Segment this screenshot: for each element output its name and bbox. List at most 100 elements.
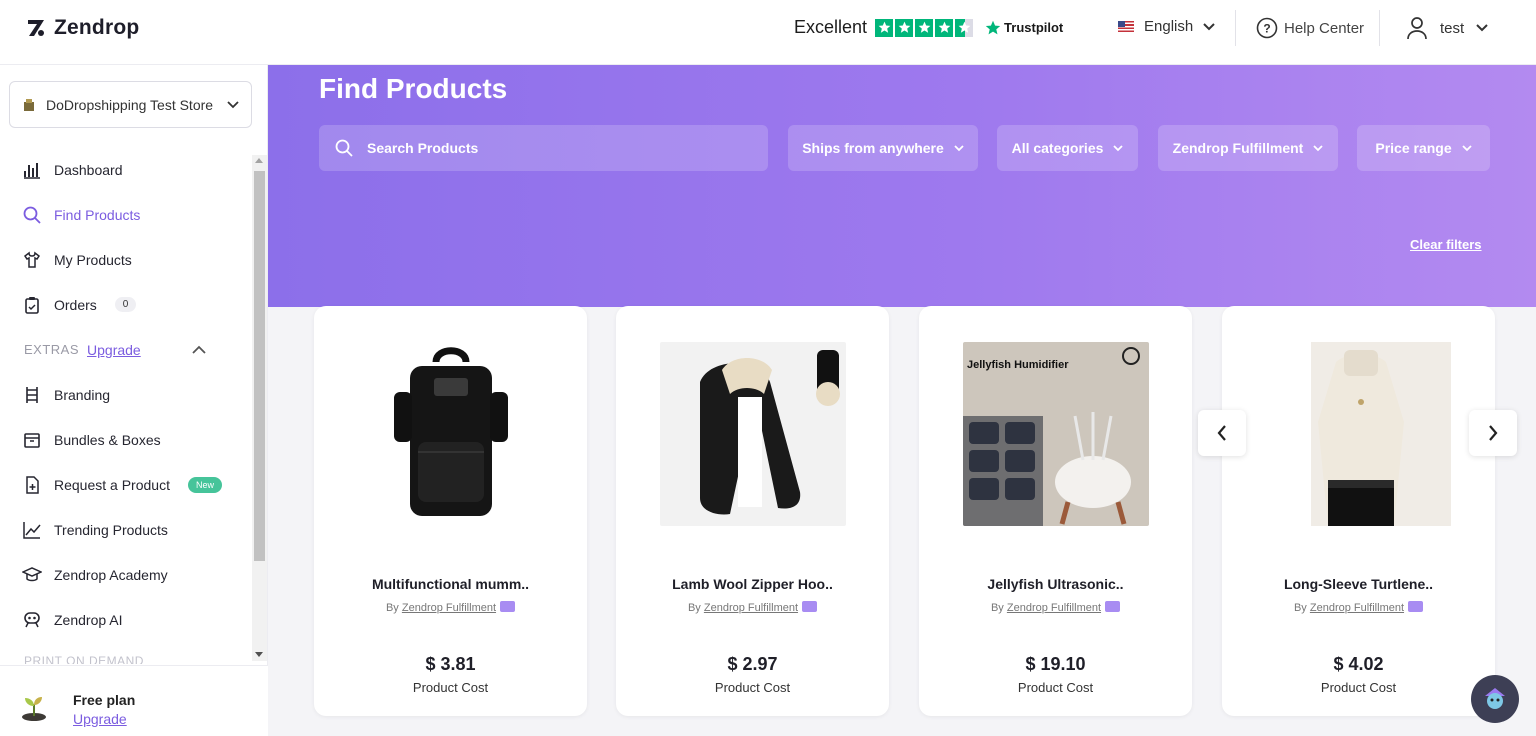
sidebar-item-zendrop-academy[interactable]: Zendrop Academy <box>0 552 252 597</box>
product-supplier: By Zendrop Fulfillment <box>616 601 889 614</box>
sidebar-item-label: Zendrop AI <box>54 611 123 628</box>
sidebar-item-label: Find Products <box>54 206 141 223</box>
product-card[interactable]: Multifunctional mumm.. By Zendrop Fulfil… <box>314 306 587 716</box>
sidebar-item-label: Trending Products <box>54 521 168 538</box>
academy-icon <box>22 565 42 585</box>
orders-count-badge: 0 <box>114 297 137 312</box>
sidebar-item-my-products[interactable]: My Products <box>0 237 252 282</box>
carousel-prev-button[interactable] <box>1198 410 1246 456</box>
product-image[interactable]: Jellyfish Humidifier <box>963 342 1149 526</box>
sidebar-item-label: Dashboard <box>54 161 123 178</box>
product-supplier: By Zendrop Fulfillment <box>314 601 587 614</box>
chart-icon <box>22 160 42 180</box>
page-title: Find Products <box>319 73 508 104</box>
supplier-link[interactable]: Zendrop Fulfillment <box>402 602 496 614</box>
trustpilot-rating[interactable]: Excellent Trustpilot <box>794 17 1063 38</box>
product-price: $ 2.97 <box>727 654 778 674</box>
sidebar-item-orders[interactable]: Orders 0 <box>0 282 252 327</box>
sidebar-item-branding[interactable]: Branding <box>0 372 252 417</box>
sidebar-item-request-product[interactable]: Request a Product New <box>0 462 252 507</box>
product-cost-label: Product Cost <box>714 680 791 695</box>
language-selector[interactable]: English <box>1118 18 1215 35</box>
filter-label: Price range <box>1375 140 1452 156</box>
product-image[interactable] <box>1266 342 1452 526</box>
print-on-demand-header[interactable]: PRINT ON DEMAND <box>24 654 144 664</box>
product-image[interactable] <box>660 342 846 526</box>
carousel-next-button[interactable] <box>1469 410 1517 456</box>
plan-panel: Free plan Upgrade <box>0 665 268 736</box>
product-price: $ 3.81 <box>425 654 476 674</box>
sidebar-item-label: Orders <box>54 296 97 313</box>
ships-from-filter[interactable]: Ships from anywhere <box>788 125 978 171</box>
chevron-down-icon <box>1461 144 1472 151</box>
search-icon <box>335 139 353 157</box>
extras-label: EXTRAS <box>24 342 80 357</box>
clipboard-icon <box>22 295 42 315</box>
product-card[interactable]: Jellyfish Humidifier Jellyfish Ultrasoni… <box>919 306 1192 716</box>
help-center-label: Help Center <box>1284 19 1365 37</box>
plan-name: Free plan <box>73 692 136 708</box>
product-card[interactable]: Lamb Wool Zipper Hoo.. By Zendrop Fulfil… <box>616 306 889 716</box>
by-label: By <box>990 602 1004 614</box>
chevron-down-icon <box>1313 144 1323 151</box>
sidebar-item-zendrop-ai[interactable]: Zendrop AI <box>0 597 252 642</box>
sidebar-item-trending-products[interactable]: Trending Products <box>0 507 252 552</box>
sidebar-item-label: Bundles & Boxes <box>54 431 161 448</box>
store-icon <box>24 98 34 111</box>
user-icon <box>1407 17 1427 40</box>
star-icon <box>875 18 894 37</box>
sidebar-item-bundles-boxes[interactable]: Bundles & Boxes <box>0 417 252 462</box>
chevron-down-icon <box>1113 144 1124 151</box>
store-selector[interactable]: DoDropshipping Test Store <box>9 81 252 128</box>
star-icon <box>915 18 934 37</box>
zendrop-logo[interactable]: Zendrop <box>26 16 139 40</box>
zendrop-badge-icon <box>802 601 818 612</box>
extras-upgrade-link[interactable]: Upgrade <box>87 342 141 358</box>
product-name[interactable]: Multifunctional mumm.. <box>314 576 587 592</box>
fulfillment-filter[interactable]: Zendrop Fulfillment <box>1158 125 1338 171</box>
scroll-down-arrow-icon[interactable] <box>255 652 263 657</box>
box-icon <box>22 430 42 450</box>
sidebar-item-label: My Products <box>54 251 132 268</box>
supplier-link[interactable]: Zendrop Fulfillment <box>1310 602 1404 614</box>
chevron-down-icon <box>227 100 239 108</box>
by-label: By <box>385 602 399 614</box>
supplier-link[interactable]: Zendrop Fulfillment <box>704 602 798 614</box>
chevron-down-icon <box>1476 24 1488 32</box>
zendrop-badge-icon <box>1408 601 1424 612</box>
price-range-filter[interactable]: Price range <box>1357 125 1490 171</box>
product-name[interactable]: Lamb Wool Zipper Hoo.. <box>616 576 889 592</box>
zendrop-badge-icon <box>1105 601 1121 612</box>
trust-rating-word: Excellent <box>794 17 868 37</box>
supplier-link[interactable]: Zendrop Fulfillment <box>1007 602 1101 614</box>
branding-icon <box>22 385 42 405</box>
star-icon <box>935 18 954 37</box>
sidebar-scrollbar-thumb[interactable] <box>254 171 265 561</box>
plan-upgrade-link[interactable]: Upgrade <box>73 711 127 727</box>
trust-stars <box>875 18 974 37</box>
sidebar-item-find-products[interactable]: Find Products <box>0 192 252 237</box>
product-cost-label: Product Cost <box>1017 680 1094 695</box>
category-filter[interactable]: All categories <box>997 125 1138 171</box>
store-name: DoDropshipping Test Store <box>46 96 214 113</box>
extras-section-header[interactable]: EXTRAS Upgrade <box>0 327 252 372</box>
language-label: English <box>1144 18 1194 35</box>
trustpilot-star-icon <box>985 20 1001 34</box>
product-card[interactable]: Long-Sleeve Turtlene.. By Zendrop Fulfil… <box>1222 306 1495 716</box>
trustpilot-brand: Trustpilot <box>985 20 1063 36</box>
chat-assistant-button[interactable] <box>1471 675 1519 723</box>
chevron-down-icon <box>1203 22 1215 30</box>
search-placeholder: Search Products <box>367 140 479 156</box>
product-image[interactable] <box>358 342 544 526</box>
user-menu[interactable]: test <box>1406 16 1488 40</box>
product-name[interactable]: Jellyfish Ultrasonic.. <box>919 576 1192 592</box>
search-icon <box>22 205 42 225</box>
help-center-link[interactable]: ? Help Center <box>1256 17 1364 39</box>
chevron-left-icon <box>1217 425 1226 441</box>
sidebar-item-dashboard[interactable]: Dashboard <box>0 147 252 192</box>
scroll-up-arrow-icon[interactable] <box>255 158 263 163</box>
search-input[interactable]: Search Products <box>319 125 768 171</box>
clear-filters-link[interactable]: Clear filters <box>1410 237 1482 252</box>
product-name[interactable]: Long-Sleeve Turtlene.. <box>1222 576 1495 592</box>
zendrop-badge-icon <box>500 601 516 612</box>
